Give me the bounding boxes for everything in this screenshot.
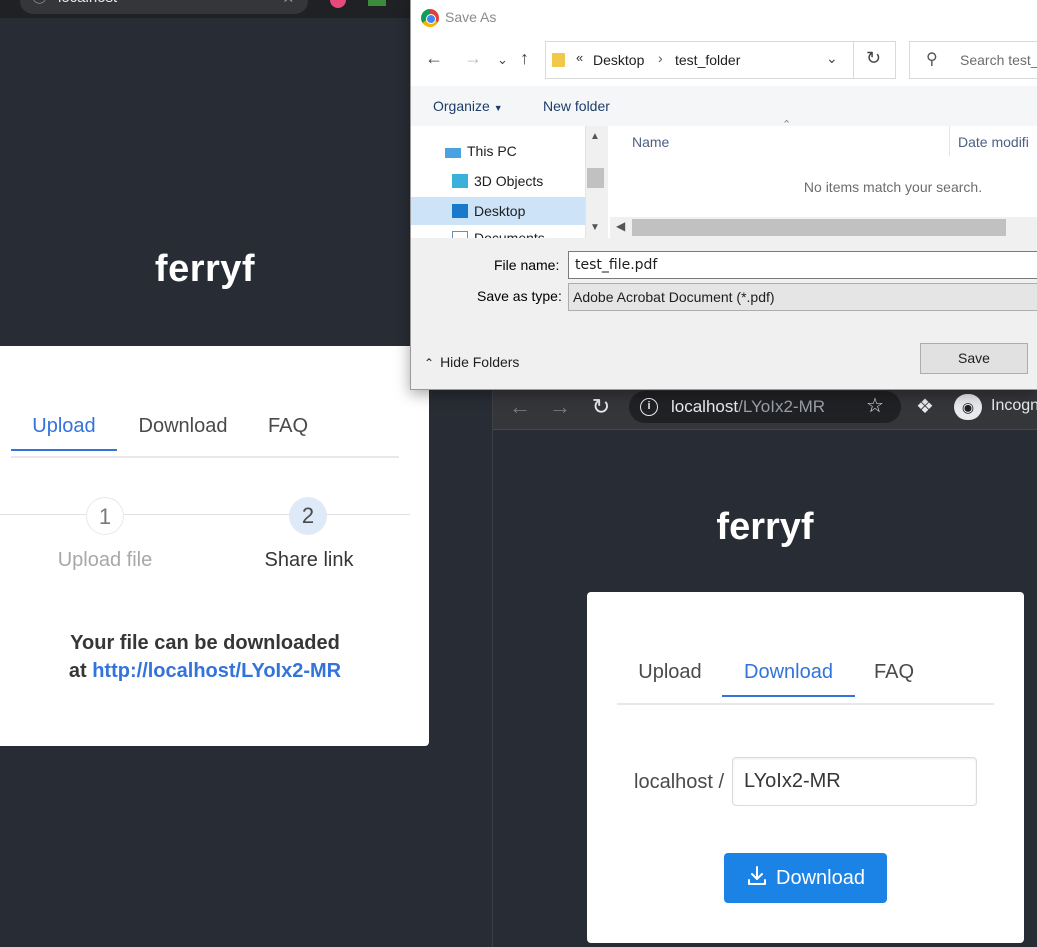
scroll-left-icon[interactable]: ◀ (616, 219, 625, 233)
column-header-date[interactable]: Date modifi (958, 134, 1029, 150)
tab-faq[interactable]: FAQ (863, 661, 925, 684)
sort-ascending-icon: ⌃ (782, 119, 792, 131)
incognito-label: Incogn (991, 397, 1037, 414)
up-arrow-icon[interactable]: ↑ (520, 48, 529, 69)
nav-item-documents[interactable]: Documents (452, 230, 545, 238)
cube-icon (452, 174, 468, 188)
nav-item-this-pc[interactable]: This PC (445, 143, 517, 159)
info-icon: ⓘ (32, 0, 47, 8)
hide-folders-label: Hide Folders (440, 354, 520, 370)
scroll-down-icon[interactable]: ▼ (590, 222, 600, 233)
document-icon (452, 231, 468, 238)
horizontal-scrollbar-thumb[interactable] (632, 219, 1006, 236)
nav-item-label: This PC (467, 143, 517, 159)
share-message-line1: Your file can be downloaded (70, 632, 340, 654)
new-folder-button[interactable]: New folder (543, 98, 610, 114)
extension-icon-2[interactable] (368, 0, 386, 6)
breadcrumb-desktop[interactable]: Desktop (593, 52, 644, 68)
steps-connector-line (0, 514, 410, 515)
download-code-input[interactable] (732, 757, 977, 806)
incognito-icon[interactable]: ◉ (954, 394, 982, 420)
step-1-marker: 1 (86, 497, 124, 535)
share-message: Your file can be downloaded at http://lo… (0, 629, 410, 685)
right-logo: ferryf (716, 506, 814, 548)
column-header-name[interactable]: Name (632, 134, 669, 150)
download-url-prefix: localhost / (634, 771, 725, 793)
extensions-puzzle-icon[interactable]: ❖ (916, 394, 934, 419)
tab-faq[interactable]: FAQ (257, 415, 319, 438)
pc-icon (445, 148, 461, 158)
forward-arrow-icon[interactable]: → (545, 394, 575, 420)
save-button[interactable]: Save (920, 343, 1028, 374)
left-address-text: localhost (58, 0, 117, 6)
file-name-label: File name: (494, 257, 560, 273)
nav-item-3d-objects[interactable]: 3D Objects (452, 173, 543, 189)
back-arrow-icon[interactable]: ← (425, 48, 443, 69)
forward-arrow-icon[interactable]: → (464, 48, 482, 69)
download-icon (748, 866, 767, 885)
site-info-icon[interactable]: i (640, 398, 658, 416)
organize-label: Organize (433, 98, 490, 114)
organize-button[interactable]: Organize ▼ (433, 98, 503, 114)
right-tab-bar: Upload Download FAQ (617, 661, 994, 705)
nav-scrollbar-thumb[interactable] (587, 168, 604, 188)
download-button[interactable]: Download (724, 853, 887, 903)
save-type-label: Save as type: (477, 288, 562, 304)
refresh-icon[interactable]: ↻ (866, 48, 881, 69)
step-2-marker: 2 (289, 497, 327, 535)
desktop-icon (452, 204, 468, 218)
search-placeholder: Search test_ (960, 52, 1037, 68)
folder-icon (552, 53, 565, 67)
chrome-icon (421, 9, 439, 27)
right-address-bar[interactable]: localhost/LYoIx2-MR (629, 391, 901, 423)
left-logo: ferryf (154, 248, 256, 290)
tab-download[interactable]: Download (722, 661, 855, 697)
breadcrumb-overflow[interactable]: « (576, 50, 583, 65)
step-1-label: Upload file (57, 549, 153, 571)
tab-download[interactable]: Download (125, 415, 241, 438)
nav-item-desktop[interactable]: Desktop (452, 203, 525, 219)
dropdown-caret-icon: ▼ (493, 103, 503, 113)
breadcrumb-test-folder[interactable]: test_folder (675, 52, 740, 68)
bookmark-star-icon[interactable]: ☆ (281, 0, 296, 7)
address-path: /LYoIx2-MR (738, 397, 826, 416)
file-name-input[interactable]: test_file.pdf (568, 251, 1037, 279)
download-button-label: Download (776, 867, 865, 889)
dialog-titlebar (411, 0, 1037, 36)
nav-item-label: Documents (474, 230, 545, 238)
hide-folders-button[interactable]: ⌃ Hide Folders (424, 354, 519, 370)
step-2-label: Share link (264, 549, 354, 571)
share-message-prefix: at (68, 660, 87, 682)
reload-icon[interactable]: ↻ (586, 394, 616, 420)
save-type-select[interactable]: Adobe Acrobat Document (*.pdf) (568, 283, 1037, 311)
back-arrow-icon[interactable]: ← (505, 394, 535, 420)
left-tab-bar: Upload Download FAQ (11, 415, 399, 458)
empty-list-message: No items match your search. (803, 179, 983, 195)
breadcrumb-separator-icon: › (658, 50, 663, 66)
tab-upload[interactable]: Upload (11, 415, 117, 451)
scroll-up-icon[interactable]: ▲ (590, 131, 600, 142)
left-card: Upload Download FAQ (0, 346, 429, 746)
nav-item-label: 3D Objects (474, 173, 544, 189)
address-divider (853, 41, 854, 79)
share-link[interactable]: http://localhost/LYoIx2-MR (92, 660, 341, 682)
address-host: localhost (671, 397, 739, 416)
left-address-bar[interactable]: ⓘ localhost ☆ (20, 0, 308, 14)
chevron-down-icon[interactable]: ⌄ (826, 50, 838, 67)
recent-locations-chevron-icon[interactable]: ⌄ (497, 52, 508, 68)
dialog-title: Save As (445, 9, 497, 25)
dialog-command-bar (411, 86, 1037, 126)
column-divider[interactable] (949, 126, 950, 156)
search-icon: ⚲ (926, 51, 938, 68)
nav-item-label: Desktop (474, 203, 526, 219)
tab-upload[interactable]: Upload (617, 661, 723, 684)
chevron-up-icon: ⌃ (424, 356, 435, 370)
bookmark-star-icon[interactable]: ☆ (866, 393, 884, 418)
